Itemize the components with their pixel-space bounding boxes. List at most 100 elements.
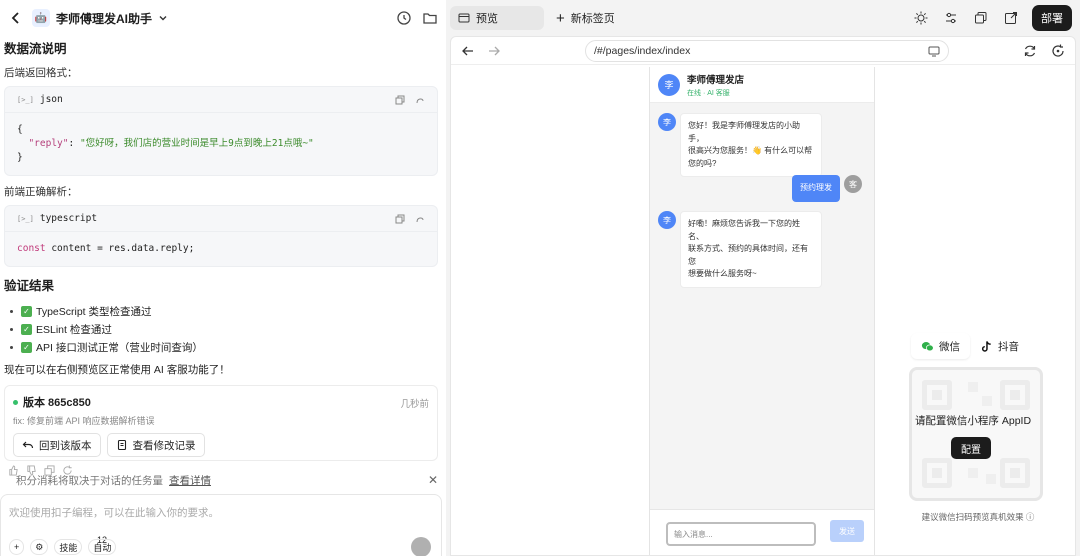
app-title[interactable]: 李师傅理发AI助手: [56, 10, 152, 27]
preview-panel: 预览 + 新标签页 部署 /#/pages/index/index 李 李师傅理…: [446, 0, 1080, 556]
chat-panel: 🤖 李师傅理发AI助手 数据流说明 后端返回格式： [>_] json { "r…: [0, 0, 446, 556]
configure-button[interactable]: 配置: [951, 437, 991, 459]
chat-content: 数据流说明 后端返回格式： [>_] json { "reply": "您好呀，…: [0, 38, 446, 476]
frontend-parse-label: 前端正确解析：: [4, 186, 78, 198]
qr-hint: 建议微信扫码预览真机效果 ⓘ: [921, 512, 1035, 522]
settings-button[interactable]: ⚙: [30, 539, 49, 555]
refresh-icon[interactable]: [1023, 44, 1037, 58]
new-tab-button[interactable]: + 新标签页: [556, 10, 615, 26]
tab-preview-label: 预览: [476, 13, 498, 25]
code-key: "reply": [28, 138, 69, 149]
folder-icon[interactable]: [422, 10, 438, 26]
code-line: "reply": "您好呀，我们店的营业时间是早上9点到晚上21点哦~": [17, 137, 425, 151]
qr-panel: 微信 抖音 请配置微信小程序 AppID 配置 建议微信扫码预览真机效果 ⓘ: [907, 333, 1049, 523]
list-item: ✓ API 接口测试正常（营业时间查询）: [10, 338, 438, 356]
list-item: ✓ TypeScript 类型检查通过: [10, 302, 438, 320]
tab-wechat[interactable]: 微信: [911, 333, 970, 359]
rollback-button[interactable]: 回到该版本: [13, 433, 101, 457]
status-dot: [13, 399, 18, 405]
view-details-link[interactable]: 查看详情: [169, 473, 211, 488]
app-logo: 🤖: [32, 9, 50, 27]
device-icon[interactable]: [928, 45, 940, 57]
add-button[interactable]: +: [9, 539, 25, 555]
preview-toolbar: 预览 + 新标签页 部署: [446, 0, 1080, 36]
section-title-verify: 验证结果: [4, 279, 55, 293]
version-time: 几秒前: [400, 399, 429, 410]
code-language: typescript: [39, 213, 98, 224]
phone-send-button[interactable]: 发送: [830, 520, 864, 542]
preview-browser: /#/pages/index/index 李 李师傅理发店 在线 · AI 客服…: [450, 36, 1076, 556]
wrap-icon[interactable]: [415, 214, 425, 224]
send-button[interactable]: [411, 537, 431, 556]
url-input[interactable]: /#/pages/index/index: [585, 39, 949, 62]
check-icon: ✓: [21, 341, 32, 353]
undo-icon: [22, 441, 34, 449]
copy-icon[interactable]: [974, 11, 988, 25]
hard-reload-icon[interactable]: [1051, 44, 1065, 58]
avatar: 李: [658, 73, 680, 96]
phone-preview: 李 李师傅理发店 在线 · AI 客服 李 您好！我是李师傅理发店的小助手， 很…: [649, 67, 875, 555]
list-item: ✓ ESLint 检查通过: [10, 320, 438, 338]
url-bar: /#/pages/index/index: [451, 37, 1075, 65]
back-arrow-icon[interactable]: [461, 44, 475, 58]
back-arrow-icon[interactable]: [8, 10, 24, 26]
history-label: 查看修改记录: [132, 439, 196, 452]
theme-toggle-icon[interactable]: [914, 11, 928, 25]
section-title-dataflow: 数据流说明: [4, 42, 67, 56]
avatar: 李: [658, 211, 676, 229]
message-line: 好嘞！麻烦您告诉我一下您的姓名、: [688, 219, 800, 241]
backend-format-label: 后端返回格式：: [4, 67, 78, 79]
copy-icon[interactable]: [395, 214, 405, 224]
wrap-icon[interactable]: [415, 95, 425, 105]
code-block-typescript: [>_] typescript const content = res.data…: [4, 205, 438, 267]
code-keyword: const: [17, 243, 46, 254]
qr-config-message: 请配置微信小程序 AppID: [914, 415, 1032, 427]
message-line: 联系方式、预约的具体时间，还有您: [688, 244, 808, 266]
message-line: 想要做什么服务呀~: [688, 269, 757, 278]
shop-name: 李师傅理发店: [687, 74, 745, 86]
code-colon: :: [68, 138, 80, 149]
message-bubble: 您好！我是李师傅理发店的小助手， 很高兴为您服务！👋 有什么可以帮 您的吗?: [680, 113, 822, 177]
code-body: const content = res.data.reply;: [5, 232, 437, 266]
chat-header: 🤖 李师傅理发AI助手: [0, 0, 446, 36]
phone-input-bar: 输入消息... 发送: [650, 509, 874, 555]
message-ai: 李 好嘞！麻烦您告诉我一下您的姓名、 联系方式、预约的具体时间，还有您 想要做什…: [658, 211, 822, 288]
chevron-down-icon[interactable]: [158, 13, 168, 23]
code-line: }: [17, 152, 23, 163]
sliders-icon[interactable]: [944, 11, 958, 25]
avatar: 李: [658, 113, 676, 131]
status-note: 现在可以在右侧预览区正常使用 AI 客服功能了！: [4, 364, 230, 376]
code-language: json: [39, 94, 63, 105]
terminal-icon: [>_]: [17, 214, 34, 223]
history-icon[interactable]: [396, 10, 412, 26]
version-card: 版本 865c850 几秒前 fix: 修复前端 API 响应数据解析错误 回到…: [4, 385, 438, 461]
tab-douyin[interactable]: 抖音: [970, 333, 1029, 359]
copy-icon[interactable]: [395, 95, 405, 105]
message-line: 您好！我是李师傅理发店的小助手，: [688, 121, 800, 143]
tab-preview[interactable]: 预览: [450, 6, 544, 30]
tab-wechat-label: 微信: [939, 340, 960, 353]
view-history-button[interactable]: 查看修改记录: [106, 433, 205, 457]
chat-input[interactable]: 欢迎使用扣子编程，可以在此输入你的要求。 12 + ⚙ 技能 自动: [0, 494, 442, 556]
tab-douyin-label: 抖音: [998, 340, 1019, 353]
phone-header: 李 李师傅理发店 在线 · AI 客服: [650, 67, 874, 103]
skills-button[interactable]: 技能: [54, 539, 83, 555]
version-label: 版本 865c850: [23, 397, 91, 409]
message-input[interactable]: 输入消息...: [666, 522, 816, 546]
version-title: 版本 865c850: [13, 394, 429, 410]
plus-icon: +: [556, 9, 565, 27]
code-block-header: [>_] json: [5, 87, 437, 113]
avatar: 客: [844, 175, 862, 193]
external-link-icon[interactable]: [1004, 11, 1018, 25]
message-line: 您的吗?: [688, 158, 717, 168]
online-status: 在线 · AI 客服: [687, 89, 730, 97]
forward-arrow-icon[interactable]: [487, 44, 501, 58]
mode-select[interactable]: 自动: [88, 539, 117, 555]
message-bubble-user: 预约理发: [792, 175, 840, 202]
preview-icon: [458, 13, 470, 23]
close-icon[interactable]: ✕: [428, 473, 438, 487]
deploy-button[interactable]: 部署: [1032, 5, 1072, 31]
document-icon: [117, 439, 126, 451]
check-text: ESLint 检查通过: [36, 323, 112, 336]
code-body: { "reply": "您好呀，我们店的营业时间是早上9点到晚上21点哦~" }: [5, 113, 437, 175]
